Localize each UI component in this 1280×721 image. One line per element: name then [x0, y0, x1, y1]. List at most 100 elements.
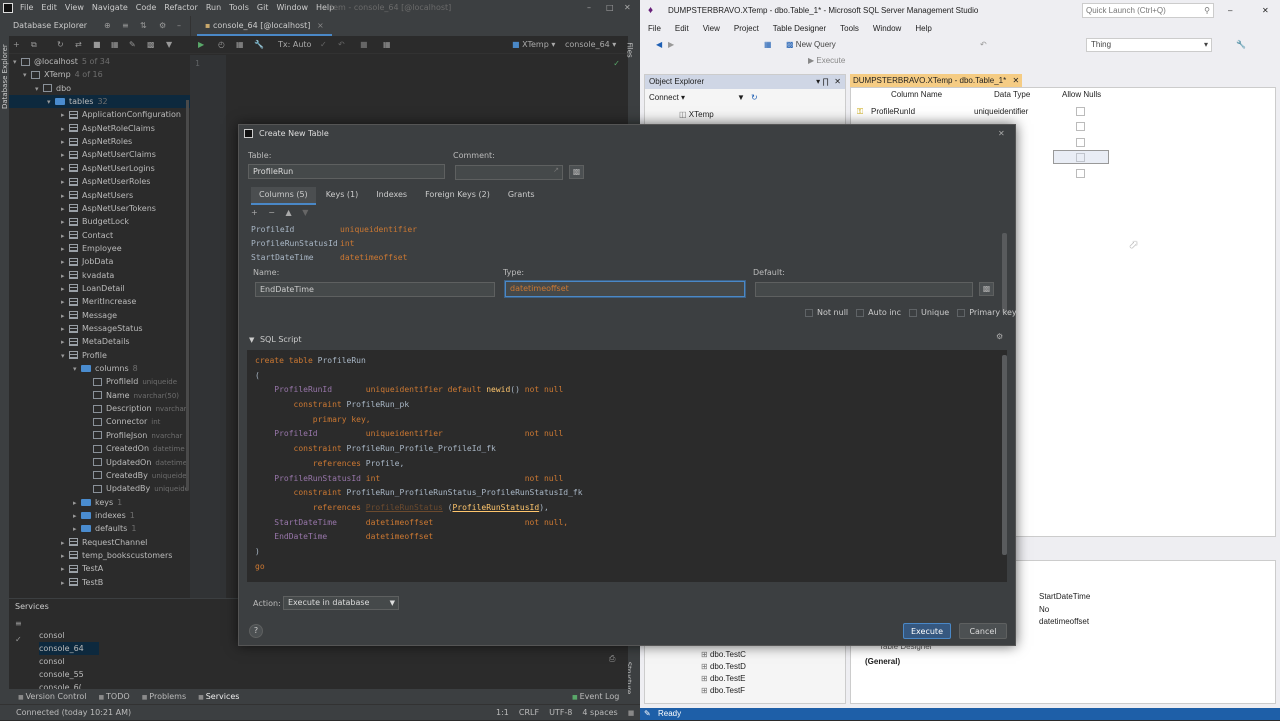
- column-flag-checkbox[interactable]: Auto inc: [856, 308, 901, 317]
- chevron-right-icon[interactable]: ▸: [61, 336, 69, 349]
- tree-column[interactable]: Connector int: [9, 415, 190, 428]
- forward-icon[interactable]: ▶: [668, 37, 674, 53]
- chevron-right-icon[interactable]: ▸: [61, 283, 69, 296]
- chevron-right-icon[interactable]: ▸: [61, 216, 69, 229]
- remove-column-icon[interactable]: −: [268, 208, 275, 217]
- run-icon[interactable]: ▶: [198, 36, 204, 54]
- allow-nulls-checkbox[interactable]: [1076, 107, 1085, 116]
- tree-host[interactable]: ▾ @localhost 5 of 34: [9, 55, 190, 68]
- tree-table[interactable]: ▸ AspNetUserTokens: [9, 202, 190, 215]
- dialog-close-icon[interactable]: ✕: [998, 125, 1005, 143]
- tx-mode-select[interactable]: Tx: Auto: [278, 36, 311, 54]
- chevron-right-icon[interactable]: ▸: [61, 203, 69, 216]
- tree-database[interactable]: ▾ XTemp 4 of 16: [9, 68, 190, 81]
- bottom-tab[interactable]: ■ Version Control: [18, 692, 86, 701]
- allow-nulls-checkbox[interactable]: [1076, 137, 1085, 147]
- lock-icon[interactable]: ■: [628, 709, 635, 717]
- grid-icon[interactable]: ▦: [383, 36, 391, 54]
- ssms-doc-tab-close-icon[interactable]: ✕: [1012, 76, 1019, 85]
- checkbox-box[interactable]: [908, 308, 917, 317]
- stop-query-icon[interactable]: ■: [360, 36, 368, 54]
- tree-column[interactable]: ProfileJson nvarchar: [9, 429, 190, 442]
- ssms-execute-button[interactable]: ▶ Execute: [808, 54, 845, 68]
- designer-row[interactable]: ⚿ ProfileRunId uniqueidentifier: [851, 104, 1131, 119]
- copy-icon[interactable]: ⧉: [31, 36, 37, 54]
- chevron-right-icon[interactable]: ▸: [61, 563, 69, 576]
- oe-table-item[interactable]: ⊞ dbo.TestC: [701, 649, 841, 661]
- bottom-tab[interactable]: ■ Problems: [142, 692, 186, 701]
- hide-icon[interactable]: –: [177, 16, 181, 36]
- chevron-right-icon[interactable]: ▸: [61, 109, 69, 122]
- tree-table[interactable]: ▸ ApplicationConfiguration: [9, 108, 190, 121]
- save-icon[interactable]: ▦: [764, 37, 772, 53]
- back-icon[interactable]: ◀: [656, 37, 662, 53]
- chevron-right-icon[interactable]: ▸: [61, 323, 69, 336]
- tree-subfolder[interactable]: ▸ defaults 1: [9, 522, 190, 535]
- ide-menu-item[interactable]: Edit: [41, 3, 57, 12]
- tree-subfolder[interactable]: ▸ indexes 1: [9, 509, 190, 522]
- rollback-icon[interactable]: ↶: [338, 36, 345, 54]
- tree-table-profile[interactable]: ▾ Profile: [9, 349, 190, 362]
- allow-nulls-checkbox[interactable]: [1076, 168, 1085, 178]
- checkbox-box[interactable]: [856, 308, 865, 317]
- tree-table[interactable]: ▸ JobData: [9, 255, 190, 268]
- cancel-button[interactable]: Cancel: [959, 623, 1007, 639]
- chevron-right-icon[interactable]: ▸: [61, 123, 69, 136]
- services-print-icon[interactable]: ⎙: [609, 654, 615, 664]
- add-column-icon[interactable]: +: [251, 208, 258, 217]
- ssms-menu-item[interactable]: File: [648, 24, 661, 33]
- oe-table-item[interactable]: ⊞ dbo.TestF: [701, 685, 841, 695]
- stop-icon[interactable]: ■: [93, 36, 101, 54]
- ide-menu-item[interactable]: Git: [257, 3, 269, 12]
- collapse-all-icon[interactable]: ≡: [122, 16, 129, 36]
- side-tab-database-explorer[interactable]: Database Explorer: [1, 43, 9, 109]
- dialog-tab[interactable]: Grants: [500, 187, 543, 203]
- chevron-right-icon[interactable]: ▸: [61, 577, 69, 590]
- ide-menu-item[interactable]: Tools: [229, 3, 249, 12]
- minimize-icon[interactable]: –: [587, 0, 591, 16]
- ssms-menu-item[interactable]: Help: [915, 24, 931, 33]
- oe-table-item[interactable]: ⊞ dbo.TestD: [701, 661, 841, 673]
- oe-close-icon[interactable]: ✕: [834, 75, 841, 89]
- editor-tab[interactable]: ▪ console_64 [@localhost] ×: [197, 16, 332, 36]
- ssms-doc-tab[interactable]: DUMPSTERBRAVO.XTemp - dbo.Table_1* ✕: [850, 74, 1022, 87]
- services-collapse-icon[interactable]: ≡: [15, 619, 22, 628]
- ide-menu-item[interactable]: Navigate: [92, 3, 128, 12]
- oe-expand-icon[interactable]: ⊞: [701, 662, 710, 671]
- add-icon[interactable]: +: [13, 36, 20, 54]
- oe-refresh-icon[interactable]: ↻: [751, 91, 758, 105]
- status-item[interactable]: 4 spaces: [582, 708, 617, 717]
- default-input[interactable]: [755, 282, 973, 297]
- chevron-down-icon[interactable]: ▾: [35, 83, 43, 96]
- ide-menu-item[interactable]: Code: [136, 3, 156, 12]
- wrench-icon[interactable]: 🔧: [254, 36, 264, 54]
- column-name-input[interactable]: EndDateTime: [255, 282, 495, 297]
- console-select[interactable]: console_64 ▾: [565, 36, 616, 54]
- tree-table[interactable]: ▸ MeritIncrease: [9, 295, 190, 308]
- execute-button[interactable]: Execute: [903, 623, 951, 639]
- db-tree-scrollbar[interactable]: [186, 100, 189, 490]
- tree-column[interactable]: ProfileId uniqueide: [9, 375, 190, 388]
- action-select[interactable]: Execute in database ▼: [283, 596, 399, 610]
- tree-table[interactable]: ▸ Message: [9, 309, 190, 322]
- dialog-tab[interactable]: Keys (1): [318, 187, 367, 203]
- files-tab[interactable]: Files: [626, 42, 634, 57]
- ssms-close-icon[interactable]: ✕: [1262, 0, 1269, 22]
- chevron-right-icon[interactable]: ▸: [61, 230, 69, 243]
- bottom-tab[interactable]: ■ TODO: [98, 692, 129, 701]
- tree-column[interactable]: Description nvarchar: [9, 402, 190, 415]
- ide-menu-item[interactable]: File: [20, 3, 33, 12]
- event-log-tab[interactable]: ■ Event Log: [572, 689, 619, 705]
- chevron-down-icon[interactable]: ▾: [47, 96, 55, 109]
- sync-icon[interactable]: ⇄: [75, 36, 82, 54]
- tree-table[interactable]: ▸ TestA: [9, 562, 190, 575]
- tree-schema[interactable]: ▾ dbo: [9, 82, 190, 95]
- comment-expand-icon[interactable]: ↗: [553, 166, 559, 174]
- chevron-right-icon[interactable]: ▸: [61, 550, 69, 563]
- comment-input[interactable]: ↗: [455, 165, 563, 180]
- default-browse-button[interactable]: ▩: [979, 282, 994, 296]
- console-icon[interactable]: ▩: [147, 36, 155, 54]
- ssms-menu-item[interactable]: Window: [873, 24, 901, 33]
- undo-icon[interactable]: ↶: [980, 37, 987, 53]
- tree-column[interactable]: CreatedBy uniqueide: [9, 469, 190, 482]
